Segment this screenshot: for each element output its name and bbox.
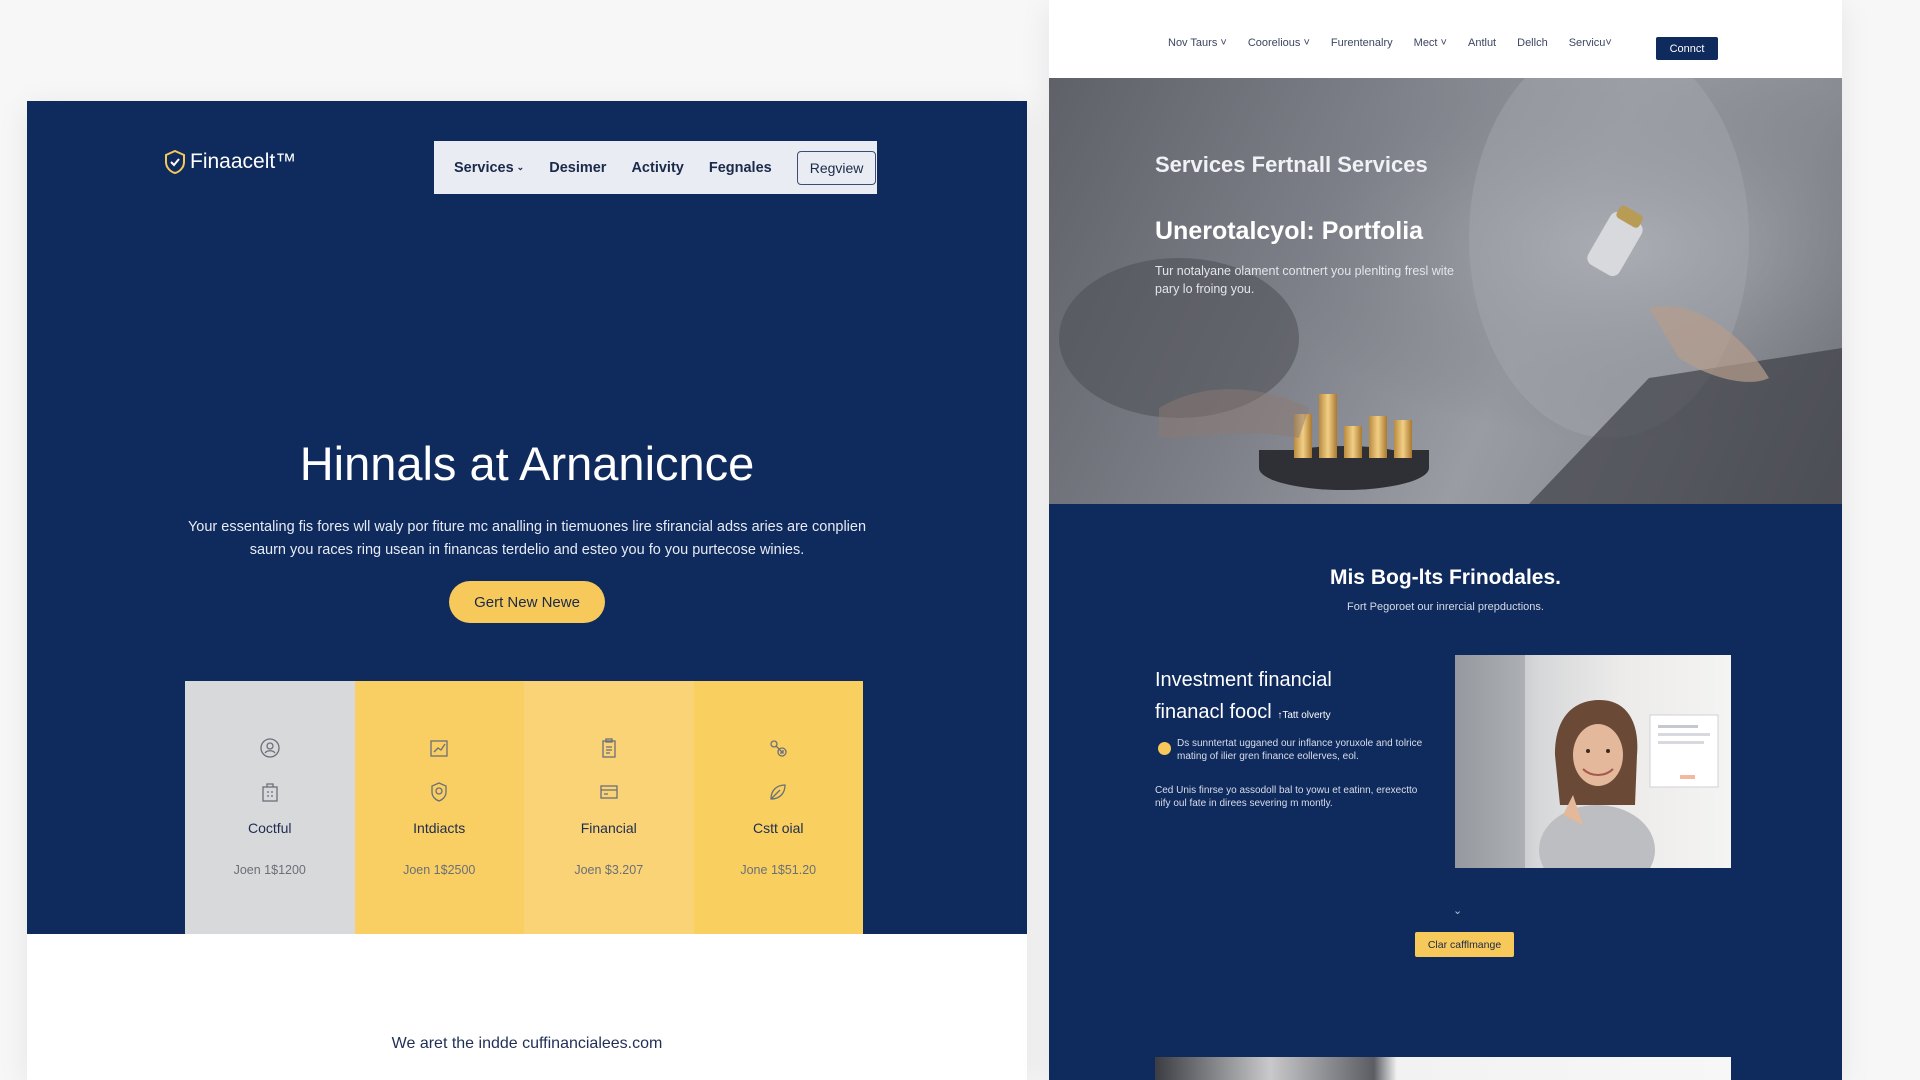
nav-item-servicu[interactable]: Servicu˅ (1569, 37, 1612, 49)
hero-description: Your essentaling fis fores wll waly por … (187, 519, 867, 558)
chart-up-icon (430, 740, 448, 757)
card-price: Jone 1$51.20 (740, 863, 817, 877)
nav-item-label: Services (454, 159, 514, 176)
top-navigation: Services ⌄ Desimer Activity Fegnales Reg… (434, 141, 877, 194)
card-title: Cstt oial (752, 820, 804, 836)
card-icon (600, 785, 618, 799)
hero-description: Tur notalyane olament contnert you plenl… (1155, 264, 1455, 296)
shield-coin-icon (431, 782, 447, 802)
nav-item-dellch[interactable]: Dellch (1517, 37, 1548, 49)
nav-item-antlut[interactable]: Antlut (1468, 37, 1496, 49)
chevron-down-icon[interactable]: ⌄ (1453, 904, 1462, 917)
nav-item-mect[interactable]: Mect ˅ (1414, 37, 1447, 49)
card-title: Coctful (247, 820, 292, 836)
nav-item-activity[interactable]: Activity (631, 160, 683, 176)
footer-tagline: We aret the indde cuffinancialees.com (391, 1035, 663, 1052)
left-page-mockup: Finaacelt™ Services ⌄ Desimer Activity F… (27, 101, 1027, 1080)
nav-item-label: Activity (631, 159, 684, 176)
nav-item-label: Fegnales (708, 159, 772, 176)
feature-title-line1: Investment financial (1155, 669, 1332, 691)
search-person-icon (260, 738, 280, 758)
service-card[interactable]: Coctful Joen 1$1200 (185, 681, 355, 934)
building-icon (262, 783, 278, 802)
brand-logo[interactable]: Finaacelt™ (164, 150, 296, 174)
service-cards: Coctful Joen 1$1200 Intdiacts Joen 1$250… (185, 681, 863, 934)
top-navigation: Nov Taurs ˅ Coorelious ˅ Furentenalry Me… (1049, 0, 1842, 78)
feature-title: Investment financial finanacl foocl ↑Tat… (1155, 664, 1415, 732)
hero-cta-button[interactable]: Gert New Newe (449, 581, 605, 623)
bottom-image-strip (1155, 1057, 1731, 1080)
smiling-woman-image (1455, 655, 1719, 868)
nav-item-label: Desimer (549, 159, 607, 176)
hero-title: Hinnals at Arnanicnce (299, 437, 755, 490)
hero-banner: Services Fertnall Services Unerotalcyol:… (1049, 78, 1842, 504)
nav-items: Nov Taurs ˅ Coorelious ˅ Furentenalry Me… (1168, 37, 1633, 49)
section-title: Mis Bog-lts Frinodales. (1329, 566, 1562, 589)
hero-subtitle: Unerotalcyol: Portfolia (1155, 217, 1424, 245)
leaf-icon (770, 784, 786, 800)
brand-name: Finaacelt™ (190, 150, 297, 173)
feature-body: Ds sunntertat ugganed our inflance yorux… (1177, 738, 1423, 762)
hero-title: Services Fertnall Services (1155, 152, 1428, 177)
service-card[interactable]: Intdiacts Joen 1$2500 (354, 681, 524, 934)
card-price: Joen 1$2500 (403, 863, 476, 877)
bullet-dot-icon (1158, 742, 1171, 755)
review-button[interactable]: Regview (796, 150, 877, 185)
card-price: Joen 1$1200 (233, 863, 306, 877)
chevron-down-icon: ⌄ (516, 162, 525, 172)
card-title: Financial (580, 820, 637, 836)
nav-item-services[interactable]: Services ⌄ (454, 160, 524, 176)
nav-item-tours[interactable]: Nov Taurs ˅ (1168, 37, 1227, 49)
service-card[interactable]: Cstt oial Jone 1$51.20 (693, 681, 863, 934)
nav-item-fegnales[interactable]: Fegnales (709, 160, 772, 176)
feature-tag: ↑Tatt olverty (1277, 710, 1331, 721)
section-cta-button[interactable]: Clar cafflmange (1415, 932, 1514, 957)
connect-button[interactable]: Connct (1656, 37, 1718, 60)
section-subtitle: Fort Pegoroet our inrercial prepductions… (1347, 601, 1544, 613)
feature-body: Ced Unis finrse yo assodoll bal to yowu … (1155, 785, 1418, 809)
hero-section: Finaacelt™ Services ⌄ Desimer Activity F… (27, 101, 1027, 934)
service-card[interactable]: Financial Joen $3.207 (524, 681, 694, 934)
shield-logo-icon (165, 150, 185, 174)
right-page-mockup: Nov Taurs ˅ Coorelious ˅ Furentenalry Me… (1049, 0, 1842, 1080)
document-icon (602, 738, 616, 758)
nav-item-desimer[interactable]: Desimer (549, 160, 606, 176)
advisor-photo (1455, 655, 1731, 868)
feature-title-line2: finanacl foocl (1155, 701, 1272, 723)
nav-item-coorelious[interactable]: Coorelious ˅ (1248, 37, 1310, 49)
nav-item-furentenalry[interactable]: Furentenalry (1331, 37, 1393, 49)
handshake-icon (770, 740, 787, 757)
card-title: Intdiacts (413, 820, 466, 836)
card-price: Joen $3.207 (574, 863, 644, 877)
